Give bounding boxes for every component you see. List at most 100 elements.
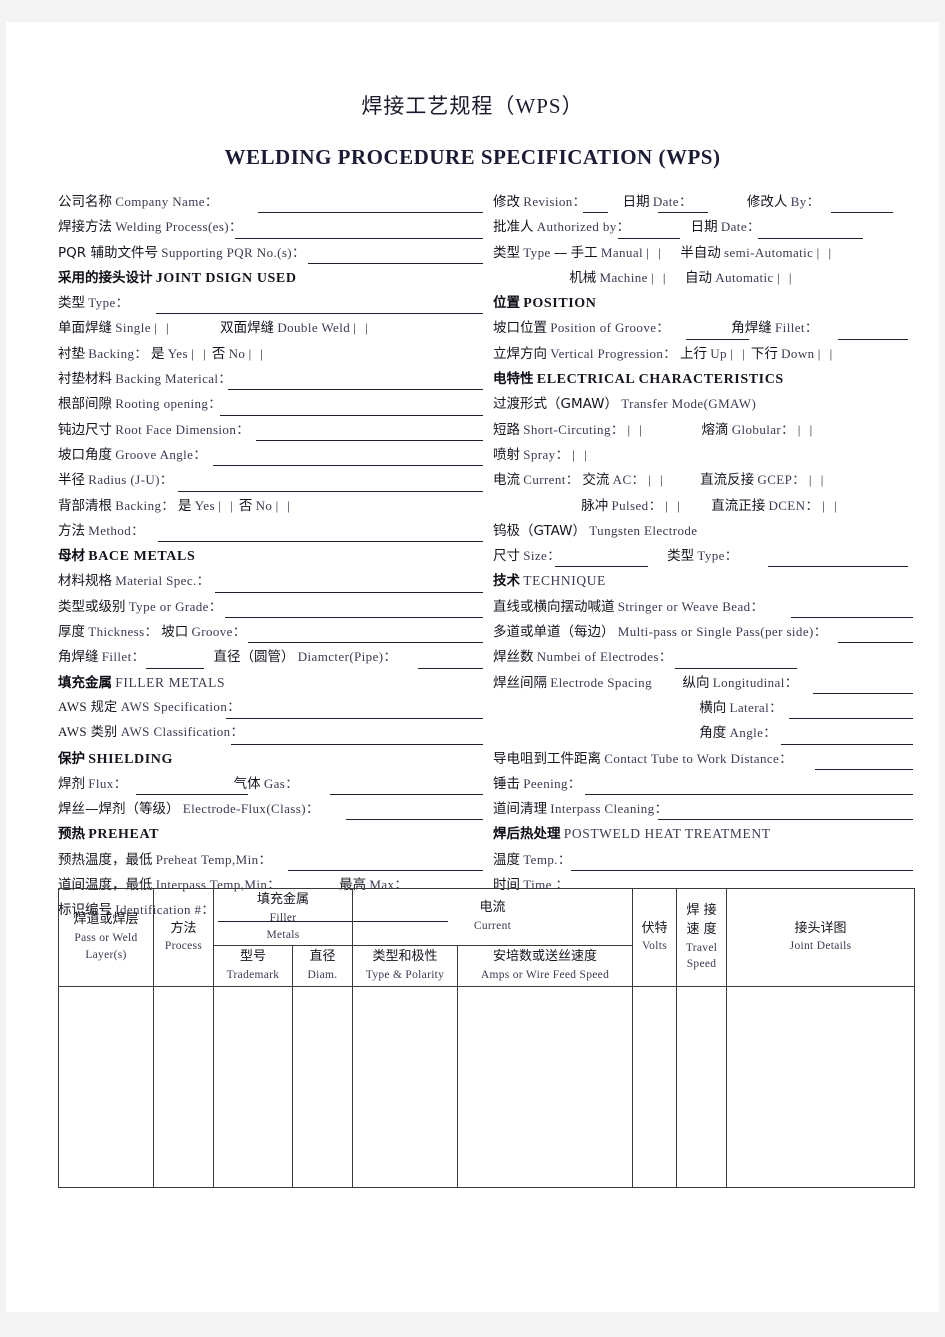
input-line[interactable] <box>288 870 483 872</box>
cell-pass-or-weld-layer[interactable] <box>58 985 154 1188</box>
label-cn: 类型 <box>58 295 85 312</box>
input-line[interactable] <box>235 237 483 239</box>
checkbox-down[interactable]: | | <box>818 346 835 361</box>
cell-travel-speed[interactable] <box>676 985 728 1188</box>
input-line[interactable] <box>213 465 483 467</box>
field-interpass-cleaning: 道间清理 Interpass Cleaning： <box>493 797 913 822</box>
checkbox-ac[interactable]: | | <box>648 472 665 487</box>
cell-trademark[interactable] <box>213 985 293 1188</box>
checkbox-single[interactable]: | | <box>154 320 171 335</box>
input-line[interactable] <box>308 262 483 264</box>
input-line[interactable] <box>178 490 483 492</box>
field-aws-classification: AWS 类别 AWS Classification： <box>58 721 483 746</box>
label-en: Authorized by： <box>536 219 631 235</box>
input-line-diameter[interactable] <box>418 667 483 669</box>
checkbox-automatic[interactable]: | | <box>777 270 794 285</box>
input-line[interactable] <box>226 718 483 720</box>
label-cn: 类型或级别 <box>58 598 126 615</box>
section-joint-design: 采用的接头设计 JOINT DSIGN USED <box>58 266 483 291</box>
section-label-en: JOINT DSIGN USED <box>155 270 297 286</box>
input-line-groove[interactable] <box>686 338 749 340</box>
input-line[interactable] <box>585 794 913 796</box>
checkbox-backing-no[interactable]: | | <box>249 346 266 361</box>
label-en: Supporting PQR No.(s)： <box>161 244 306 260</box>
cell-diameter[interactable] <box>291 985 354 1188</box>
checkbox-short-circuiting[interactable]: | | <box>628 422 645 437</box>
label-cn: 钨极（GTAW） <box>493 522 587 539</box>
section-label-cn: 母材 <box>58 548 85 565</box>
cell-amps-or-wire-feed-speed[interactable] <box>457 985 634 1188</box>
checkbox-globular[interactable]: | | <box>798 422 815 437</box>
input-line-type[interactable] <box>768 566 908 568</box>
input-line[interactable] <box>789 718 913 720</box>
input-line[interactable] <box>791 617 913 619</box>
checkbox-pulsed[interactable]: | | <box>665 498 682 513</box>
checkbox-dcen[interactable]: | | <box>822 498 839 513</box>
input-line[interactable] <box>838 642 913 644</box>
label-cn-2: 直径（圆管） <box>213 649 295 666</box>
input-line[interactable] <box>220 414 483 416</box>
input-line[interactable] <box>658 819 913 821</box>
checkbox-spray[interactable]: | | <box>572 447 589 462</box>
input-line[interactable] <box>256 439 483 441</box>
cell-joint-details[interactable] <box>726 985 916 1188</box>
input-line-authorized[interactable] <box>618 237 680 239</box>
checkbox-up[interactable]: | | <box>730 346 747 361</box>
input-line[interactable] <box>781 743 913 745</box>
input-line-date[interactable] <box>658 212 708 214</box>
label-cn-2: 纵向 <box>682 674 710 691</box>
header-pass-or-weld-layer: 焊道或焊层 Pass or Weld Layer(s) <box>58 888 154 987</box>
checkbox-gcep[interactable]: | | <box>809 472 826 487</box>
input-line[interactable] <box>571 870 913 872</box>
label-cn-3: 半自动 <box>680 244 721 261</box>
input-line-gas[interactable] <box>330 794 483 796</box>
checkbox-manual[interactable]: | | <box>646 245 663 260</box>
input-line[interactable] <box>813 692 913 694</box>
label-cn: 坡口位置 <box>493 320 547 337</box>
section-label-cn: 技术 <box>493 573 520 590</box>
field-groove-angle: 坡口角度 Groove Angle： <box>58 443 483 468</box>
label-yes-en: Yes <box>167 345 188 361</box>
checkbox-double-weld[interactable]: | | <box>353 320 370 335</box>
input-line-date[interactable] <box>758 237 863 239</box>
input-line-fillet[interactable] <box>146 667 204 669</box>
input-line[interactable] <box>258 212 483 214</box>
input-line[interactable] <box>156 313 483 315</box>
label-cn: 喷射 <box>493 446 520 463</box>
header-filler-metals: 填充金属 Filler Metals <box>212 887 354 947</box>
section-shielding: 保护 SHIELDING <box>58 747 483 772</box>
input-line[interactable] <box>228 389 483 391</box>
checkbox-semi-automatic[interactable]: | | <box>817 245 834 260</box>
input-line-fillet[interactable] <box>838 338 908 340</box>
label-down-en: Down <box>781 345 815 361</box>
input-line-revision[interactable] <box>583 212 608 214</box>
input-line[interactable] <box>346 819 483 821</box>
checkbox-back-gouging-no[interactable]: | | <box>276 498 293 513</box>
input-line-size[interactable] <box>555 566 648 568</box>
input-line[interactable] <box>248 642 483 644</box>
header-cn-2: 速 度 <box>686 921 717 937</box>
section-preheat: 预热 PREHEAT <box>58 822 483 847</box>
label-en: Position of Groove： <box>550 320 670 336</box>
label-en-2: Automatic <box>715 269 774 285</box>
cell-volts[interactable] <box>632 985 678 1188</box>
cell-process[interactable] <box>153 985 214 1188</box>
input-line-flux[interactable] <box>136 794 248 796</box>
checkbox-back-gouging-yes[interactable]: | | <box>218 498 235 513</box>
input-line-by[interactable] <box>831 212 893 214</box>
cell-type-and-polarity[interactable] <box>352 985 459 1188</box>
label-cn: PQR 辅助文件号 <box>58 244 158 261</box>
field-electrode-spacing-longitudinal: 焊丝间隔 Electrode Spacing 纵向 Longitudinal： <box>493 671 913 696</box>
checkbox-machine[interactable]: | | <box>651 270 668 285</box>
input-line[interactable] <box>675 667 797 669</box>
input-line[interactable] <box>215 591 483 593</box>
input-line[interactable] <box>158 541 483 543</box>
input-line[interactable] <box>225 617 483 619</box>
label-en: Peening： <box>523 775 582 791</box>
field-type-or-grade: 类型或级别 Type or Grade： <box>58 595 483 620</box>
input-line[interactable] <box>815 768 913 770</box>
label-en: Temp.： <box>523 851 572 867</box>
input-line[interactable] <box>231 743 483 745</box>
checkbox-backing-yes[interactable]: | | <box>191 346 208 361</box>
subheader-trademark: 型号 Trademark <box>213 945 293 987</box>
